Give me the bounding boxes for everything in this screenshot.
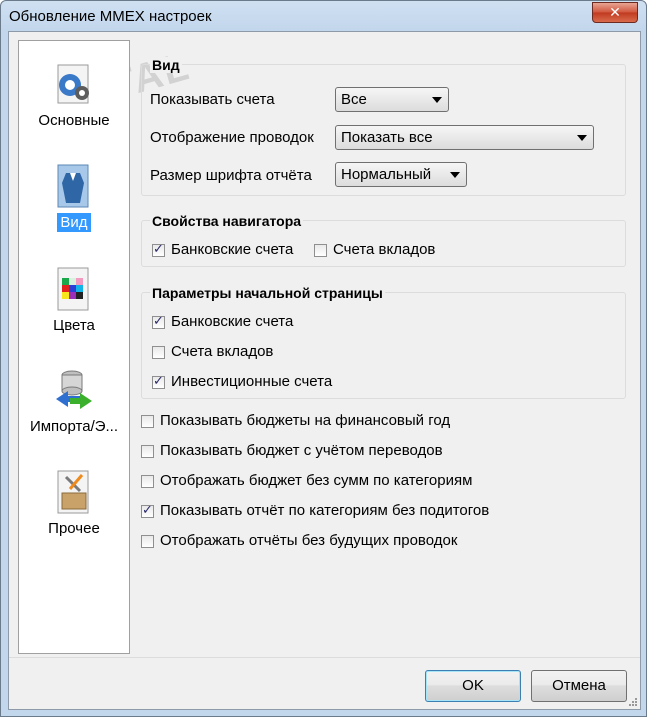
- view-group-title: Вид: [150, 57, 182, 73]
- show-accounts-label: Показывать счета: [150, 91, 275, 108]
- gear-icon: [57, 64, 89, 104]
- home-page-group-title: Параметры начальной страницы: [150, 285, 385, 301]
- checkbox-label: Счета вкладов: [333, 241, 436, 258]
- sidebar-item-label: Основные: [38, 112, 110, 129]
- font-size-value: Нормальный: [341, 166, 432, 183]
- sidebar-item-label: Вид: [57, 213, 91, 232]
- resize-grip-icon[interactable]: [628, 697, 638, 707]
- checkbox-box: [152, 313, 165, 329]
- sidebar-item-colors[interactable]: Цвета: [19, 266, 129, 335]
- checkbox-label: Показывать бюджеты на финансовый год: [160, 412, 451, 429]
- transactions-select[interactable]: Показать все: [335, 125, 594, 150]
- checkbox-label: Счета вкладов: [171, 343, 274, 360]
- checkbox-box: [141, 502, 154, 518]
- sidebar-item-general[interactable]: Основные: [19, 61, 129, 130]
- cancel-button[interactable]: Отмена: [531, 670, 627, 702]
- sidebar-item-other[interactable]: Прочее: [19, 469, 129, 538]
- font-size-label: Размер шрифта отчёта: [150, 167, 312, 184]
- chevron-down-icon: [577, 135, 587, 141]
- chevron-down-icon: [432, 97, 442, 103]
- checkbox-label: Инвестиционные счета: [171, 373, 333, 390]
- home-bank-accounts-checkbox[interactable]: Банковские счета: [152, 313, 352, 333]
- nav-bank-accounts-checkbox[interactable]: Банковские счета: [152, 241, 312, 261]
- checkbox-label: Показывать отчёт по категориям без подит…: [160, 502, 490, 519]
- checkbox-box: [141, 475, 154, 488]
- settings-sidebar: Основные Вид Цвета Импорта/Э... Прочее: [18, 40, 130, 654]
- title-bar[interactable]: Обновление MMEX настроек ✕: [1, 1, 646, 31]
- tools-icon: [57, 470, 89, 514]
- home-term-accounts-checkbox[interactable]: Счета вкладов: [152, 343, 352, 363]
- footer-divider: [9, 657, 640, 658]
- window-title: Обновление MMEX настроек: [9, 8, 212, 25]
- checkbox-box: [141, 445, 154, 458]
- checkbox-box: [141, 415, 154, 428]
- nav-term-accounts-checkbox[interactable]: Счета вкладов: [314, 241, 454, 261]
- navigator-group-title: Свойства навигатора: [150, 213, 304, 229]
- font-size-select[interactable]: Нормальный: [335, 162, 467, 187]
- checkbox-label: Показывать бюджет с учётом переводов: [160, 442, 443, 459]
- close-button[interactable]: ✕: [592, 2, 638, 23]
- reports-no-future-checkbox[interactable]: Отображать отчёты без будущих проводок: [141, 532, 601, 552]
- preferences-window: Обновление MMEX настроек ✕ PORTAL Основн…: [0, 0, 647, 717]
- checkbox-box: [141, 535, 154, 548]
- palette-icon: [57, 267, 89, 311]
- navigator-group: Свойства навигатора Банковские счета Сче…: [141, 213, 626, 267]
- checkbox-box: [152, 241, 165, 257]
- ok-button[interactable]: OK: [425, 670, 521, 702]
- settings-content: Вид Показывать счета Все Отображение про…: [141, 50, 626, 640]
- transactions-label: Отображение проводок: [150, 129, 314, 146]
- checkbox-label: Банковские счета: [171, 241, 294, 258]
- dialog-client-area: PORTAL Основные Вид: [8, 31, 641, 710]
- sidebar-item-import-export[interactable]: Импорта/Э...: [19, 367, 129, 436]
- sidebar-item-label: Прочее: [48, 520, 100, 537]
- sidebar-item-label: Импорта/Э...: [29, 418, 119, 435]
- appearance-icon: [57, 164, 89, 208]
- transactions-value: Показать все: [341, 129, 433, 146]
- show-accounts-value: Все: [341, 91, 367, 108]
- checkbox-box: [152, 346, 165, 359]
- budget-financial-year-checkbox[interactable]: Показывать бюджеты на финансовый год: [141, 412, 601, 432]
- checkbox-box: [152, 373, 165, 389]
- checkbox-label: Отображать бюджет без сумм по категориям: [160, 472, 473, 489]
- checkbox-box: [314, 244, 327, 257]
- budget-no-sums-checkbox[interactable]: Отображать бюджет без сумм по категориям: [141, 472, 601, 492]
- chevron-down-icon: [450, 172, 460, 178]
- home-page-group: Параметры начальной страницы Банковские …: [141, 285, 626, 399]
- view-group: Вид Показывать счета Все Отображение про…: [141, 57, 626, 196]
- report-no-subtotals-checkbox[interactable]: Показывать отчёт по категориям без подит…: [141, 502, 601, 522]
- budget-transfers-checkbox[interactable]: Показывать бюджет с учётом переводов: [141, 442, 601, 462]
- import-export-icon: [56, 370, 92, 409]
- checkbox-label: Банковские счета: [171, 313, 294, 330]
- sidebar-item-view[interactable]: Вид: [19, 163, 129, 232]
- checkbox-label: Отображать отчёты без будущих проводок: [160, 532, 458, 549]
- sidebar-item-label: Цвета: [53, 317, 95, 334]
- home-investment-accounts-checkbox[interactable]: Инвестиционные счета: [152, 373, 372, 393]
- show-accounts-select[interactable]: Все: [335, 87, 449, 112]
